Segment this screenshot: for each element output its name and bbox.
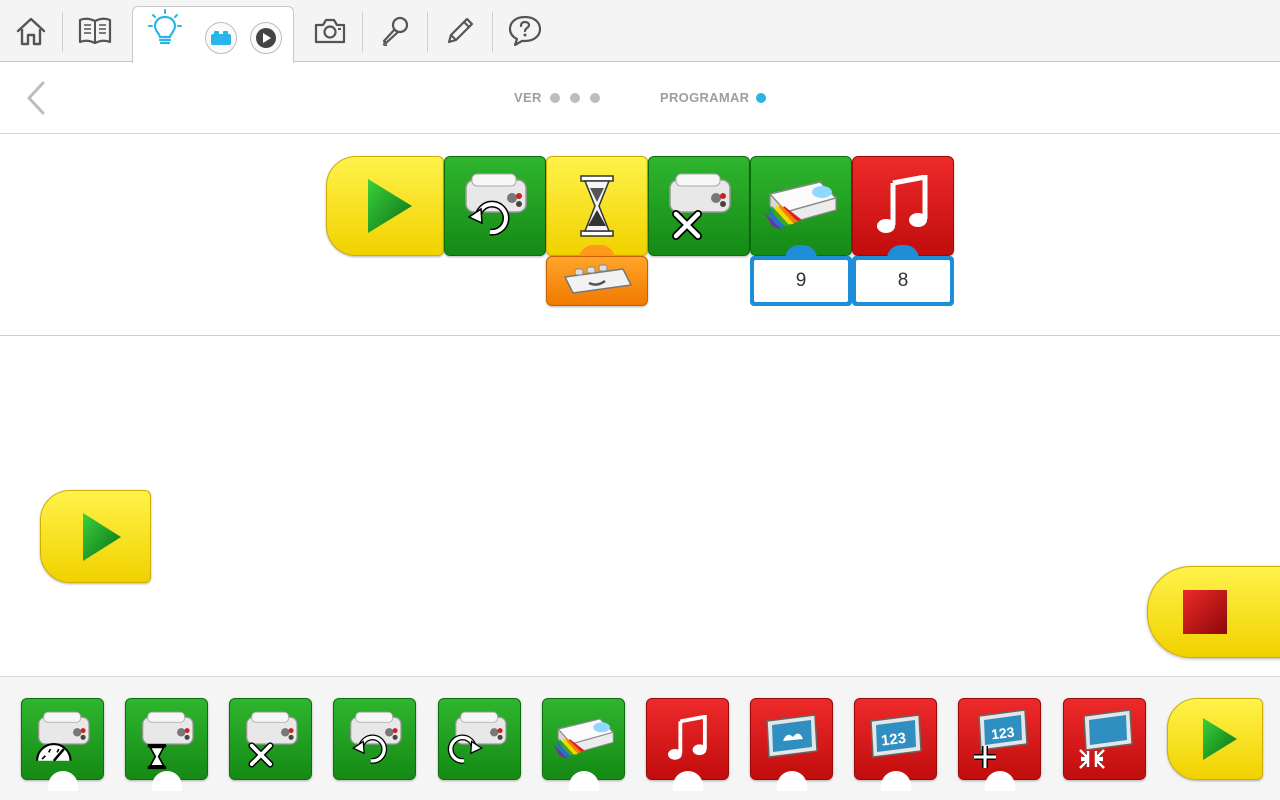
help-button[interactable] (502, 8, 548, 54)
palette-motor-power-block[interactable] (21, 698, 104, 791)
motor-hourglass-icon (141, 711, 194, 770)
brick-icon (211, 31, 231, 45)
sound-value: 8 (856, 260, 950, 302)
palette-display-image-block[interactable] (750, 698, 833, 791)
program-play-sound-block[interactable] (852, 156, 954, 256)
toolbar-divider (62, 12, 63, 52)
program-wait-for-block[interactable] (546, 156, 648, 256)
palette-light-block[interactable] (542, 698, 625, 791)
wait-for-tilt-input[interactable] (546, 256, 648, 306)
hub-color-icon (764, 181, 838, 230)
step-dot[interactable] (550, 93, 560, 103)
step-dot[interactable] (590, 93, 600, 103)
play-video-button[interactable] (250, 22, 282, 54)
palette-play-sound-block[interactable] (646, 698, 729, 791)
block-knob (568, 771, 599, 791)
palette-start-block[interactable] (1167, 698, 1263, 780)
home-button[interactable] (8, 8, 54, 54)
hub-connection-button[interactable] (205, 22, 237, 54)
top-toolbar (0, 0, 1280, 63)
camera-icon (314, 18, 346, 44)
step-dot[interactable] (570, 93, 580, 103)
step-label-programar: PROGRAMAR (660, 90, 750, 105)
block-knob (47, 771, 78, 791)
svg-text:123: 123 (880, 730, 907, 750)
record-button[interactable] (372, 8, 418, 54)
hub-color-icon (552, 718, 615, 760)
block-knob (880, 771, 911, 791)
step-label-ver: VER (514, 90, 542, 105)
program-motor-off-block[interactable] (648, 156, 750, 256)
light-color-value: 9 (754, 260, 848, 302)
display-image-icon (765, 714, 818, 758)
play-triangle-icon (1203, 718, 1237, 760)
step-dot-active[interactable] (756, 93, 766, 103)
palette-motor-that-way-block[interactable] (438, 698, 521, 780)
tilt-sensor-icon (563, 264, 633, 294)
light-color-input[interactable]: 9 (750, 256, 852, 306)
stop-square-icon (1183, 590, 1227, 634)
microphone-icon (382, 16, 409, 47)
music-note-icon (667, 715, 707, 760)
toolbar-divider (362, 12, 363, 52)
toolbar-divider (427, 12, 428, 52)
help-bubble-icon (508, 15, 542, 47)
toolbar-divider (492, 12, 493, 52)
display-123-plus-icon: 123 (973, 709, 1028, 768)
program-start-block[interactable] (326, 156, 444, 256)
hourglass-icon (580, 175, 614, 237)
sound-input[interactable]: 8 (852, 256, 954, 306)
palette-motor-on-for-block[interactable] (125, 698, 208, 791)
palette-display-minimize-block[interactable] (1063, 698, 1146, 780)
display-shrink-icon (1078, 709, 1133, 769)
play-triangle-icon (368, 179, 412, 233)
lightbulb-button[interactable] (142, 6, 188, 52)
camera-button[interactable] (307, 8, 353, 54)
play-triangle-icon (82, 512, 121, 561)
book-icon (78, 17, 112, 45)
program-motor-this-way-block[interactable] (444, 156, 546, 256)
palette-motor-off-block[interactable] (229, 698, 312, 780)
lightbulb-icon (148, 9, 182, 45)
block-knob (151, 771, 182, 791)
step-header: VER PROGRAMAR (0, 62, 1280, 134)
programming-canvas[interactable] (0, 336, 1280, 676)
stop-button[interactable] (1147, 566, 1280, 658)
svg-text:123: 123 (990, 724, 1015, 743)
palette-display-number-block[interactable]: 123 (854, 698, 937, 791)
motor-clockwise-icon (447, 711, 507, 764)
music-note-icon (877, 175, 928, 233)
edit-button[interactable] (437, 8, 483, 54)
motor-speed-icon (35, 711, 90, 762)
motor-counterclockwise-icon (465, 173, 527, 236)
motor-counterclockwise-icon (349, 711, 402, 764)
pencil-icon (447, 17, 474, 44)
palette-motor-this-way-block[interactable] (333, 698, 416, 780)
home-icon (16, 17, 46, 46)
chevron-left-icon (27, 81, 45, 115)
block-knob (984, 771, 1015, 791)
program-hub-light-block[interactable] (750, 156, 852, 256)
motor-off-icon (245, 711, 298, 768)
palette-add-to-display-block[interactable]: 123 (958, 698, 1041, 791)
block-knob (672, 771, 703, 791)
play-circle-icon (256, 28, 276, 48)
block-knob (776, 771, 807, 791)
workbook-button[interactable] (72, 8, 118, 54)
display-123-icon: 123 (869, 714, 922, 758)
motor-off-icon (669, 173, 731, 240)
canvas-start-block[interactable] (40, 490, 151, 583)
block-palette: 123 123 (0, 676, 1280, 800)
back-button[interactable] (20, 80, 52, 116)
